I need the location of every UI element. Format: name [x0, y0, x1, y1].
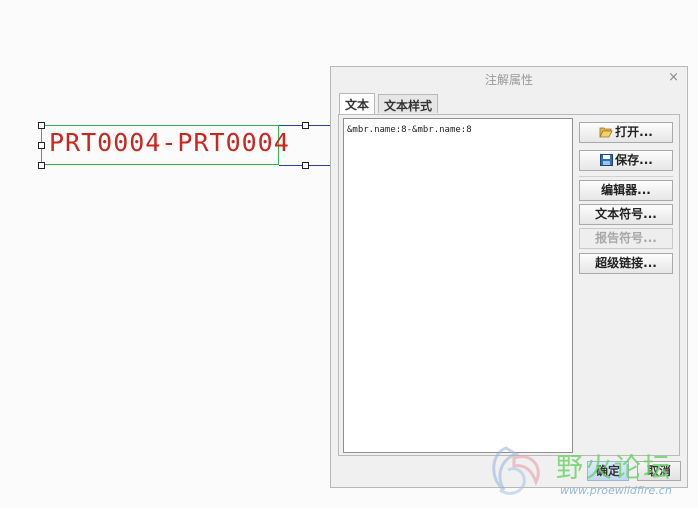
open-button-label: 打开... [615, 125, 653, 139]
close-icon[interactable]: × [668, 70, 679, 85]
handle-bottom-left[interactable] [38, 162, 45, 169]
note-text[interactable]: PRT0004-PRT0004 [49, 128, 290, 157]
hyperlink-button[interactable]: 超级链接... [579, 253, 673, 274]
note-properties-dialog: 注解属性 × 文本 文本样式 &mbr.name:8-&mbr.name:8 打… [330, 66, 688, 488]
leader-line-top [279, 125, 302, 126]
dialog-titlebar[interactable]: 注解属性 × [331, 67, 687, 89]
text-symbol-button[interactable]: 文本符号... [579, 204, 673, 225]
folder-open-icon [599, 125, 613, 138]
tab-text-style[interactable]: 文本样式 [378, 94, 439, 113]
handle-top-right[interactable] [302, 122, 309, 129]
button-separator [579, 176, 673, 177]
tab-text[interactable]: 文本 [339, 93, 376, 114]
cancel-button[interactable]: 取消 [637, 461, 681, 481]
editor-button[interactable]: 编辑器... [579, 180, 673, 201]
leader-line-bottom-2 [309, 165, 330, 166]
leader-line-top-2 [309, 125, 330, 126]
note-text-editor[interactable]: &mbr.name:8-&mbr.name:8 [343, 118, 573, 453]
open-button[interactable]: 打开... [579, 122, 673, 143]
ok-button[interactable]: 确定 [587, 461, 629, 481]
dialog-title: 注解属性 [484, 73, 533, 87]
save-button[interactable]: 保存... [579, 150, 673, 171]
save-button-label: 保存... [615, 153, 653, 167]
handle-top-left[interactable] [38, 122, 45, 129]
handle-bottom-right[interactable] [302, 162, 309, 169]
leader-line-bottom [279, 165, 302, 166]
handle-mid-left[interactable] [38, 142, 45, 149]
floppy-disk-icon [599, 153, 613, 166]
report-symbol-button: 报告符号... [579, 228, 673, 249]
